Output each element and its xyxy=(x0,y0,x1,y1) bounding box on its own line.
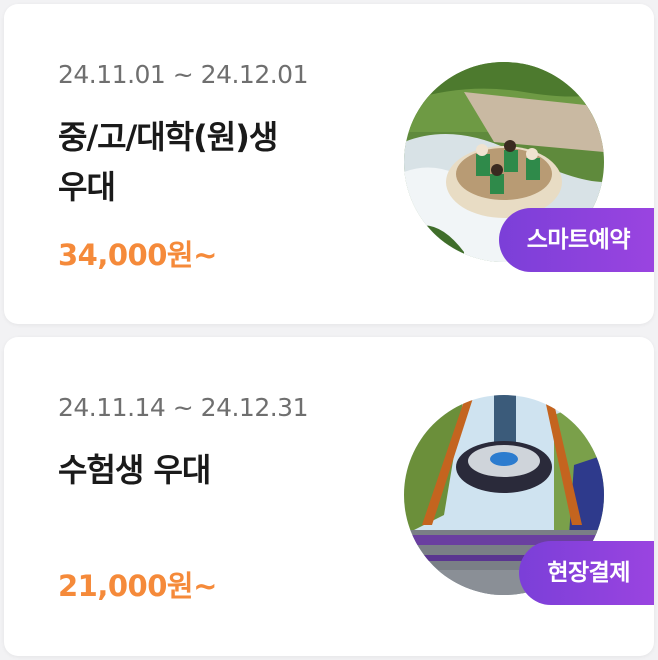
offer-price: 21,000원~ xyxy=(58,569,217,603)
offer-price: 34,000원~ xyxy=(58,238,217,272)
offer-title-line1: 수험생 우대 xyxy=(58,451,211,489)
offer-title: 수험생 우대 xyxy=(58,445,358,495)
offer-title-line2: 우대 xyxy=(58,168,116,206)
offer-period: 24.11.01 ~ 24.12.01 xyxy=(58,60,309,89)
offer-title: 중/고/대학(원)생 우대 xyxy=(58,112,358,212)
offer-title-line1: 중/고/대학(원)생 xyxy=(58,118,278,156)
offer-card-exam-taker[interactable]: 24.11.14 ~ 24.12.31 수험생 우대 21,000원~ 현장결제 xyxy=(4,337,654,656)
offer-period: 24.11.14 ~ 24.12.31 xyxy=(58,393,309,422)
offer-card-student[interactable]: 24.11.01 ~ 24.12.01 중/고/대학(원)생 우대 34,000… xyxy=(4,4,654,324)
smart-reservation-badge[interactable]: 스마트예약 xyxy=(498,208,654,272)
onsite-payment-badge[interactable]: 현장결제 xyxy=(519,541,654,605)
